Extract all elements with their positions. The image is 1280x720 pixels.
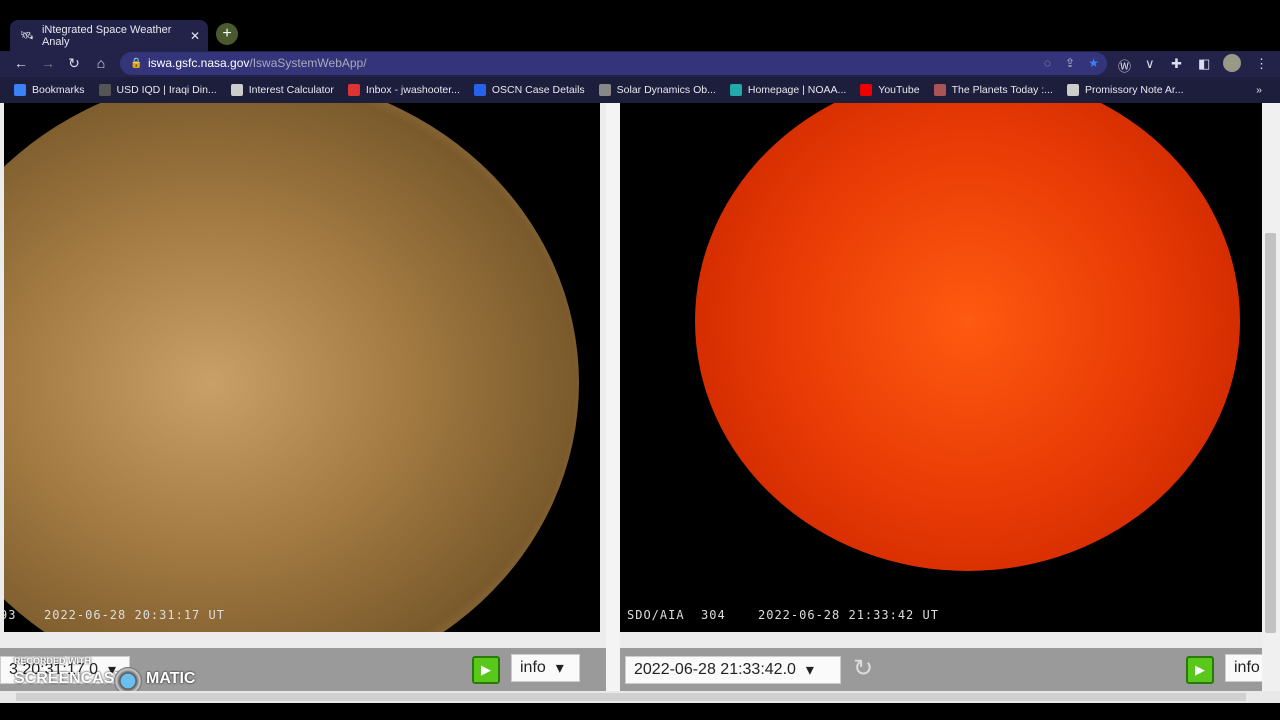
- lock-icon: 🔒: [130, 58, 143, 69]
- image-caption: 2022-06-28 20:31:17 UT: [44, 608, 225, 622]
- bookmarks-bar: Bookmarks USD IQD | Iraqi Din... Interes…: [0, 77, 1280, 103]
- puzzle-icon[interactable]: ✚: [1171, 56, 1182, 72]
- gmail-icon: [347, 84, 360, 96]
- avatar[interactable]: [1223, 54, 1241, 72]
- share-icon[interactable]: ⇪: [1065, 52, 1075, 75]
- sun-image-right[interactable]: SDO/AIA 304 2022-06-28 21:33:42 UT: [620, 103, 1262, 632]
- watermark-text: SCREENCAST: [14, 670, 125, 687]
- calculator-icon: [230, 84, 243, 96]
- chevron-down-icon: ▾: [805, 662, 814, 679]
- tab-title: iNtegrated Space Weather Analy: [41, 23, 172, 48]
- bookmark-item[interactable]: Inbox - jwashooter...: [347, 84, 460, 96]
- favicon-icon: [598, 84, 611, 96]
- more-bookmarks-icon[interactable]: »: [1256, 84, 1262, 96]
- bookmark-item[interactable]: The Planets Today :...: [933, 84, 1053, 96]
- new-tab-button[interactable]: +: [216, 23, 238, 45]
- eye-off-icon[interactable]: ◌: [1044, 52, 1051, 75]
- menu-icon[interactable]: ⋮: [1255, 56, 1268, 72]
- close-icon[interactable]: ✕: [190, 29, 200, 43]
- bookmark-item[interactable]: USD IQD | Iraqi Din...: [98, 84, 217, 96]
- extension-w-icon[interactable]: Ⓦ: [1118, 56, 1131, 75]
- play-movie-icon[interactable]: ▶: [1186, 656, 1214, 684]
- sun-image-left[interactable]: 93 2022-06-28 20:31:17 UT: [4, 103, 600, 632]
- star-icon: [14, 84, 26, 96]
- bookmark-item[interactable]: Bookmarks: [14, 84, 85, 96]
- favicon-icon: [1066, 84, 1079, 96]
- refresh-icon[interactable]: ↻: [853, 656, 873, 682]
- info-dropdown[interactable]: info ▾: [511, 654, 580, 682]
- watermark-text: RECORDED WITH: [14, 656, 91, 666]
- globe-icon: 🛰: [20, 30, 34, 42]
- noaa-icon: [729, 84, 742, 96]
- vertical-scrollbar[interactable]: [1262, 103, 1280, 691]
- control-bar-left: 3 20:31:17.0 ▾ RECORDED WITH SCREENCAST M…: [0, 648, 606, 695]
- back-icon[interactable]: ←: [12, 55, 30, 71]
- image-caption: 2022-06-28 21:33:42 UT: [758, 608, 939, 622]
- scrollbar-thumb[interactable]: [16, 693, 1246, 701]
- extension-icon[interactable]: ∨: [1145, 56, 1155, 72]
- horizontal-scrollbar[interactable]: [0, 691, 1280, 703]
- scrollbar-thumb[interactable]: [1265, 233, 1276, 633]
- url-host: iswa.gsfc.nasa.gov: [148, 56, 250, 70]
- image-caption-prefix: SDO/AIA 304: [627, 608, 726, 622]
- home-icon[interactable]: ⌂: [92, 55, 110, 71]
- panel-divider[interactable]: [606, 103, 620, 693]
- chevron-down-icon: ▾: [555, 660, 564, 677]
- address-bar[interactable]: 🔒 iswa.gsfc.nasa.gov/IswaSystemWebApp/ ◌…: [120, 52, 1107, 75]
- bookmark-item[interactable]: Solar Dynamics Ob...: [598, 84, 716, 96]
- favicon-icon: [933, 84, 946, 96]
- page-content: 93 2022-06-28 20:31:17 UT 3 20:31:17.0▾ …: [0, 103, 1280, 703]
- bookmark-item[interactable]: YouTube: [860, 84, 920, 96]
- side-panel-icon[interactable]: ◧: [1198, 56, 1210, 72]
- url-path: /IswaSystemWebApp/: [249, 56, 367, 70]
- play-movie-icon[interactable]: ▶: [472, 656, 500, 684]
- bookmark-item[interactable]: Interest Calculator: [230, 84, 334, 96]
- sun-disk-193: [4, 103, 579, 632]
- forward-icon[interactable]: →: [39, 55, 57, 71]
- favicon-icon: [473, 84, 486, 96]
- bookmark-item[interactable]: Homepage | NOAA...: [729, 84, 846, 96]
- image-caption-prefix: 93: [4, 608, 17, 622]
- reload-icon[interactable]: ↻: [65, 55, 83, 72]
- sun-disk-304: [695, 103, 1240, 571]
- bookmark-item[interactable]: Promissory Note Ar...: [1066, 84, 1184, 96]
- star-icon[interactable]: ★: [1088, 52, 1099, 75]
- tab-active[interactable]: 🛰 iNtegrated Space Weather Analy ✕: [10, 20, 208, 51]
- bookmark-item[interactable]: OSCN Case Details: [473, 84, 585, 96]
- youtube-icon: [860, 84, 873, 96]
- watermark-text: MATIC: [146, 670, 196, 687]
- time-select[interactable]: 2022-06-28 21:33:42.0 ▾: [625, 656, 841, 684]
- control-bar-right: 2022-06-28 21:33:42.0 ▾ ↻ ▶ info: [620, 648, 1280, 691]
- favicon-icon: [98, 84, 111, 96]
